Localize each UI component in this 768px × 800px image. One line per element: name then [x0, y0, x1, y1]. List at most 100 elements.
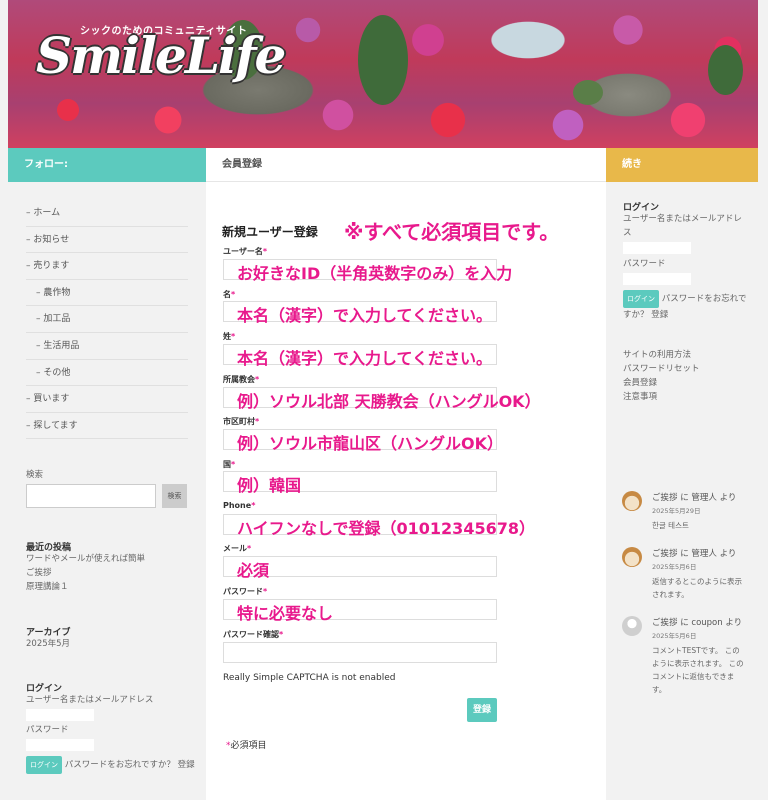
- form-title: 新規ユーザー登録: [222, 225, 318, 239]
- right-login-user-input[interactable]: [623, 242, 691, 254]
- nav-label: 生活用品: [43, 340, 80, 351]
- first-name-hint: 本名（漢字）で入力してください。: [237, 306, 493, 325]
- username-hint: お好きなID（半角英数字のみ）を入力: [237, 264, 513, 283]
- field-label-phone: Phone*: [223, 501, 255, 510]
- phone-hint: ハイフンなしで登録（01012345678）: [237, 519, 535, 538]
- required-mark: *: [255, 375, 260, 384]
- field-label-church: 所属教会*: [223, 374, 259, 385]
- nav-item-sell[interactable]: – 売ります: [26, 253, 188, 280]
- forgot-password-link[interactable]: パスワードをお忘れですか？ 登録: [65, 760, 195, 770]
- login-button[interactable]: ログイン: [26, 756, 62, 774]
- logo-text: SmileLife: [36, 26, 286, 85]
- field-label-country: 国*: [223, 459, 235, 470]
- recent-post-link[interactable]: ご挨拶: [26, 566, 145, 580]
- banner-tree: [358, 15, 408, 105]
- banner-tree: [708, 45, 743, 95]
- field-label-username: ユーザー名*: [223, 246, 267, 257]
- field-label-password-confirm: パスワード確認*: [223, 629, 283, 640]
- comment-meta[interactable]: ご挨拶 に 管理人 より: [652, 547, 736, 559]
- right-login-user-label: ユーザー名またはメールアドレス: [623, 214, 742, 238]
- comment-text: コメントTESTです。 このように表示されます。 このコメントに返信もできます。: [652, 646, 744, 694]
- login-pass-input[interactable]: [26, 739, 94, 751]
- email-hint: 必須: [237, 561, 270, 580]
- nav-label: お知らせ: [33, 234, 70, 245]
- recent-post-link[interactable]: ワードやメールが使えれば簡単: [26, 552, 145, 566]
- info-link[interactable]: 注意事項: [623, 390, 700, 404]
- avatar: [622, 616, 642, 636]
- info-link[interactable]: パスワードリセット: [623, 362, 700, 376]
- recent-comment: ご挨拶 に 管理人 より 2025年5月29日 한글 테스트: [622, 491, 752, 539]
- nav-item-daily-goods[interactable]: – 生活用品: [26, 333, 188, 360]
- search-button[interactable]: 検索: [162, 484, 187, 508]
- nav-label: 農作物: [43, 287, 71, 298]
- main-content: 会員登録 新規ユーザー登録 ※すべて必須項目です。 ユーザー名* お好きなID（…: [206, 148, 606, 800]
- required-mark: *: [251, 501, 256, 510]
- nav-item-other[interactable]: – その他: [26, 360, 188, 387]
- password-confirm-input[interactable]: [223, 642, 497, 663]
- nav-item-processed[interactable]: – 加工品: [26, 306, 188, 333]
- nav-item-buy[interactable]: – 買います: [26, 386, 188, 413]
- nav-item-news[interactable]: – お知らせ: [26, 227, 188, 254]
- comment-date: 2025年5月6日: [652, 632, 697, 640]
- comment-date: 2025年5月29日: [652, 507, 701, 515]
- field-label-city: 市区町村*: [223, 416, 259, 427]
- comment-text: 한글 테스트: [652, 521, 689, 530]
- nav-item-home[interactable]: – ホーム: [26, 200, 188, 227]
- password-hint: 特に必要なし: [237, 604, 334, 623]
- archive-link[interactable]: 2025年5月: [26, 637, 70, 651]
- recent-comment: ご挨拶 に coupon より 2025年5月6日 コメントTESTです。 この…: [622, 616, 752, 706]
- right-sidebar: 続き ログイン ユーザー名またはメールアドレス パスワード ログイン パスワード…: [606, 148, 758, 800]
- comment-date: 2025年5月6日: [652, 563, 697, 571]
- page: シックのためのコミュニティサイト SmileLife フォロー: – ホーム –…: [0, 0, 768, 800]
- label-text: 国: [223, 460, 231, 469]
- nav-label: ホーム: [33, 208, 61, 218]
- info-link[interactable]: 会員登録: [623, 376, 700, 390]
- recent-comment: ご挨拶 に 管理人 より 2025年5月6日 返信するとこのように表示されます。: [622, 547, 752, 605]
- right-login-button[interactable]: ログイン: [623, 290, 659, 308]
- right-login-pass-input[interactable]: [623, 273, 691, 285]
- recent-post-link[interactable]: 原理講論１: [26, 580, 145, 594]
- field-label-password: パスワード*: [223, 586, 267, 597]
- nav-label: 買います: [33, 394, 70, 405]
- label-text: 名: [223, 290, 231, 299]
- avatar: [622, 547, 642, 567]
- label-text: ユーザー名: [223, 247, 263, 256]
- info-link[interactable]: サイトの利用方法: [623, 348, 700, 362]
- comment-meta[interactable]: ご挨拶 に 管理人 より: [652, 491, 736, 503]
- login-user-input[interactable]: [26, 709, 94, 721]
- comment-text: 返信するとこのように表示されます。: [652, 577, 742, 599]
- required-footnote: *必須項目: [226, 738, 267, 751]
- search-input[interactable]: [26, 484, 156, 508]
- city-hint: 例）ソウル市龍山区（ハングルOK）: [237, 434, 504, 453]
- required-mark: *: [231, 290, 236, 299]
- label-text: 姓: [223, 332, 231, 341]
- right-login-row: ログイン パスワードをお忘れですか？ 登録: [623, 290, 748, 322]
- nav-item-search-for[interactable]: – 探してます: [26, 413, 188, 440]
- label-text: 所属教会: [223, 375, 255, 384]
- field-label-last-name: 姓*: [223, 331, 235, 342]
- right-sidebar-header: 続き: [606, 148, 758, 182]
- required-mark: *: [255, 417, 260, 426]
- comment-meta[interactable]: ご挨拶 に coupon より: [652, 616, 742, 628]
- field-label-first-name: 名*: [223, 289, 235, 300]
- label-text: Phone: [223, 501, 252, 510]
- header-banner: シックのためのコミュニティサイト SmileLife: [8, 0, 758, 148]
- page-title: 会員登録: [206, 148, 606, 182]
- left-sidebar-header: フォロー:: [8, 148, 206, 182]
- nav-item-crops[interactable]: – 農作物: [26, 280, 188, 307]
- info-links: サイトの利用方法 パスワードリセット 会員登録 注意事項: [623, 348, 700, 404]
- left-sidebar: フォロー: – ホーム – お知らせ – 売ります – 農作物 – 加工品 – …: [8, 148, 206, 800]
- avatar: [622, 491, 642, 511]
- login-row: ログイン パスワードをお忘れですか？ 登録: [26, 756, 196, 774]
- label-text: メール: [223, 544, 247, 553]
- required-notice: ※すべて必須項目です。: [344, 220, 560, 244]
- required-mark: *: [231, 460, 236, 469]
- captcha-status: Really Simple CAPTCHA is not enabled: [223, 673, 396, 683]
- label-text: パスワード確認: [223, 630, 279, 639]
- required-mark: *: [247, 544, 252, 553]
- right-login-pass-label: パスワード: [623, 259, 666, 269]
- login-user-label: ユーザー名またはメールアドレス: [26, 695, 154, 705]
- nav-label: その他: [43, 367, 71, 378]
- country-hint: 例）韓国: [237, 476, 302, 495]
- register-button[interactable]: 登録: [467, 698, 497, 722]
